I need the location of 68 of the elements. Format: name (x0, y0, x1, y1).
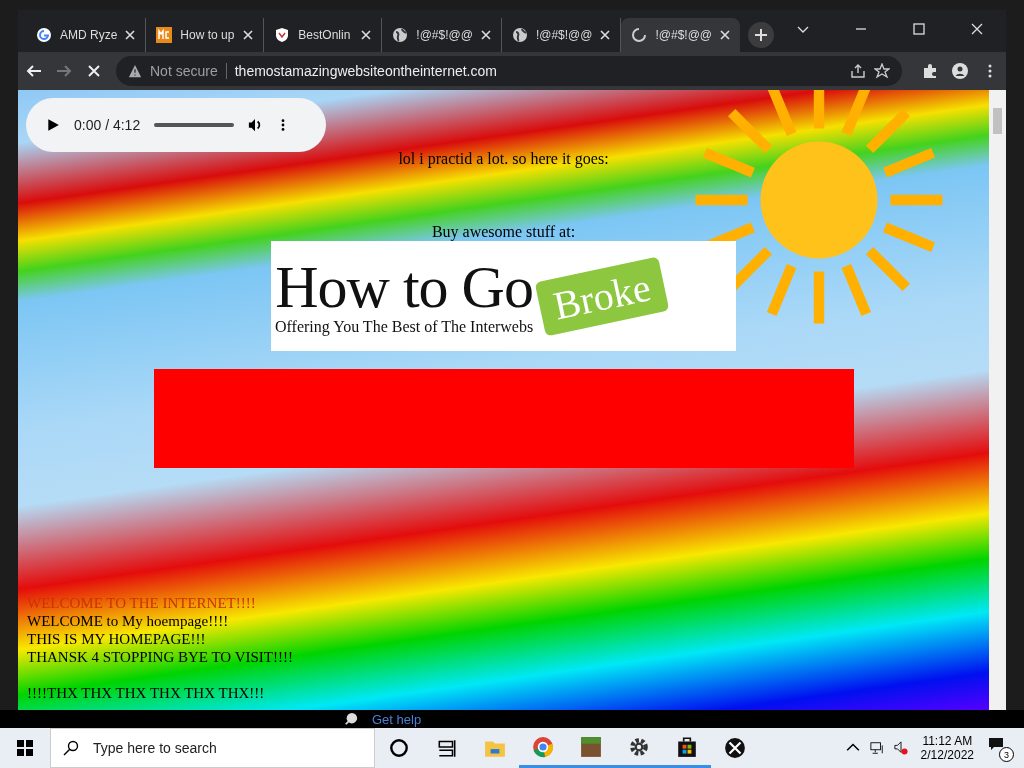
browser-tab[interactable]: !@#$!@@ (621, 18, 741, 52)
tab-title: How to up (180, 28, 236, 42)
address-bar[interactable]: Not secure themostamazingwebsiteontheinternet.com (116, 56, 902, 86)
tab-title: AMD Ryze (60, 28, 118, 42)
search-icon (63, 740, 79, 756)
search-box[interactable]: Type here to search (50, 728, 375, 768)
notification-count: 3 (999, 747, 1014, 762)
chrome-logo-icon (532, 735, 554, 758)
scrollbar-thumb[interactable] (993, 108, 1002, 134)
audio-progress-slider[interactable] (154, 123, 235, 127)
close-icon[interactable] (480, 30, 491, 40)
forward-arrow-icon[interactable] (56, 63, 72, 79)
muted-speaker-icon[interactable] (893, 741, 908, 755)
loading-spinner-icon (631, 27, 648, 43)
tab-title: !@#$!@@ (416, 28, 473, 42)
warning-icon (128, 64, 142, 78)
logo-title: How to Go (275, 256, 533, 318)
circle-icon (388, 737, 410, 759)
clock-date[interactable]: 2/12/2022 (920, 748, 974, 762)
share-icon[interactable] (850, 63, 866, 79)
star-icon[interactable] (874, 63, 890, 79)
maximize-icon[interactable] (913, 23, 926, 35)
play-icon[interactable] (46, 118, 60, 132)
get-help-link[interactable]: Get help (372, 711, 422, 727)
welcome-text: WELCOME to My hoempage!!!! (27, 612, 230, 630)
grass-block-icon (580, 735, 602, 758)
shopping-bag-icon (676, 735, 698, 758)
profile-icon[interactable] (952, 63, 968, 79)
welcome-text: !!!!THX THX THX THX THX THX!!! (27, 684, 266, 702)
search-input[interactable]: Type here to search (91, 739, 345, 757)
volume-icon[interactable] (248, 118, 263, 132)
new-tab-button[interactable] (748, 22, 775, 48)
security-label: Not secure (150, 63, 218, 79)
shield-icon (274, 27, 291, 43)
mc-logo-icon (156, 27, 173, 43)
gear-icon (628, 735, 650, 758)
stop-icon[interactable] (86, 63, 102, 79)
tab-title: !@#$!@@ (535, 28, 593, 42)
xbox-logo-icon (724, 737, 746, 759)
logo-tagline: Offering You The Best of The Interwebs (275, 318, 534, 336)
price-tag-label: Broke (534, 256, 670, 336)
task-view-icon (436, 737, 458, 759)
puzzle-icon[interactable] (922, 63, 938, 79)
windows-logo-icon[interactable] (17, 740, 33, 756)
plus-icon (755, 29, 768, 41)
globe-icon (392, 27, 409, 43)
close-icon[interactable] (243, 30, 254, 40)
close-icon[interactable] (971, 23, 984, 35)
intro-text: lol i practid a lot. so here it goes: (398, 150, 609, 168)
action-center-icon[interactable] (988, 736, 1004, 752)
close-icon[interactable] (361, 30, 372, 40)
scrollbar[interactable] (989, 90, 1006, 710)
tab-title: !@#$!@@ (655, 28, 713, 42)
network-icon[interactable] (869, 741, 884, 755)
close-icon[interactable] (720, 30, 731, 40)
buy-text: Buy awesome stuff at: (431, 223, 576, 241)
tab-title: BestOnlin (298, 28, 352, 42)
google-g-icon (36, 27, 52, 43)
welcome-text: THIS IS MY HOMEPAGE!!! (27, 630, 207, 648)
close-icon[interactable] (125, 30, 136, 40)
logo-banner[interactable]: How to Go Offering You The Best of The Interwebs Broke (271, 241, 736, 351)
welcome-text: THANSK 4 STOPPING BYE TO VISIT!!!! (27, 648, 293, 666)
back-arrow-icon[interactable] (26, 63, 42, 79)
globe-icon (511, 27, 528, 43)
url-text: themostamazingwebsiteontheinternet.com (234, 63, 497, 79)
clock-time[interactable]: 11:12 AM (922, 734, 973, 748)
close-icon[interactable] (600, 30, 611, 40)
audio-time: 0:00 / 4:12 (74, 117, 141, 133)
